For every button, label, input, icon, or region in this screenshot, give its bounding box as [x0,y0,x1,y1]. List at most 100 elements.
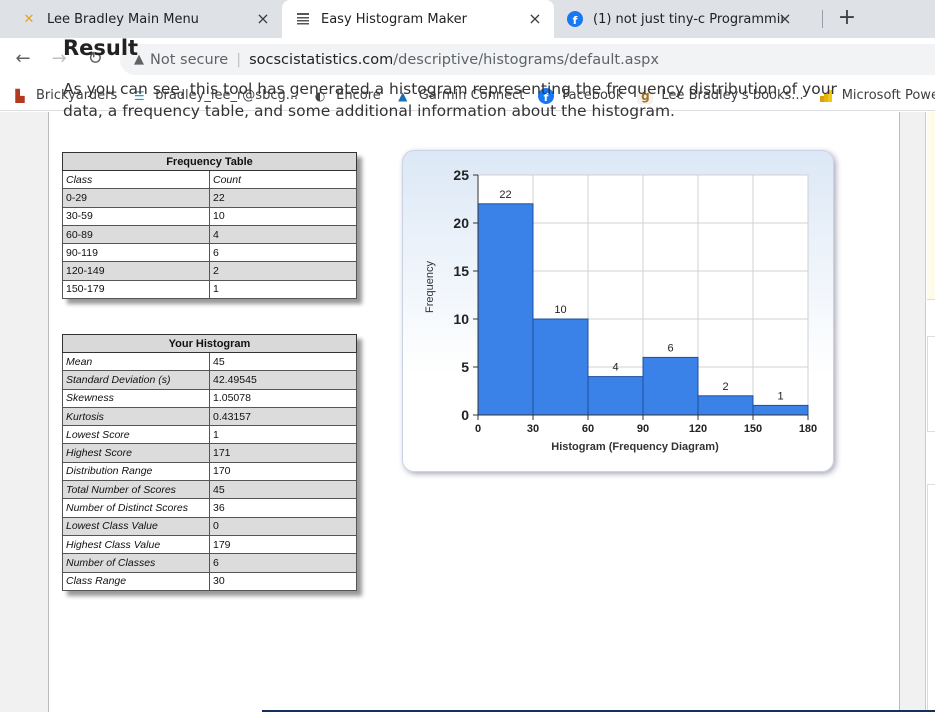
stat-label: Number of Distinct Scores [62,498,210,518]
close-icon[interactable]: × [776,10,794,28]
x-tick-label: 90 [637,423,649,435]
result-heading: Result [63,36,139,60]
stat-value: 179 [209,534,357,555]
x-tick-label: 30 [527,423,539,435]
x-tick-label: 120 [689,423,707,435]
stat-label: Highest Score [62,443,210,463]
star-icon: ✕ [23,11,35,27]
class-cell: 150-179 [62,279,210,300]
stat-value: 36 [209,498,357,518]
address-divider: | [236,51,242,68]
document-icon [294,10,312,28]
stat-label: Skewness [62,388,210,408]
stat-value: 45 [209,351,357,372]
x-tick-label: 0 [475,423,481,435]
stat-label: Lowest Score [62,425,210,445]
tab-lee-bradley-main-menu[interactable]: ✕ Lee Bradley Main Menu × [0,0,282,38]
bar-data-label: 2 [722,381,728,393]
y-tick-label: 20 [453,215,469,231]
stat-value: 1 [209,425,357,445]
bar-data-label: 10 [554,304,566,316]
stat-value: 1.05078 [209,388,357,408]
x-tick-label: 150 [744,423,762,435]
sidebar-panel [927,484,935,712]
table-title: Your Histogram [62,334,357,353]
new-tab-button[interactable]: + [834,6,860,32]
x-tick-label: 180 [799,423,817,435]
stat-label: Standard Deviation (s) [62,370,210,390]
result-description: As you can see, this tool has generated … [63,80,837,120]
stat-label: Kurtosis [62,406,210,427]
count-cell: 10 [209,206,357,226]
back-icon[interactable]: ← [12,48,34,70]
class-cell: 90-119 [62,243,210,263]
tab-separator [822,10,823,28]
count-cell: 1 [209,279,357,300]
stat-value: 30 [209,571,357,591]
stat-value: 45 [209,480,357,500]
browser-toolbar: ← → ↻ ▲ Not secure | socscistatistics.co… [0,38,935,81]
count-cell: 2 [209,261,357,281]
bar-data-label: 1 [777,390,783,402]
stat-label: Distribution Range [62,461,210,482]
tab-strip: ✕ Lee Bradley Main Menu × Easy Histogram… [0,0,935,38]
y-tick-label: 10 [453,311,469,327]
stat-label: Class Range [62,571,210,591]
url-host: socscistatistics.com [249,51,394,68]
bar-data-label: 22 [499,189,511,201]
stat-label: Mean [62,351,210,372]
column-header: Count [209,169,357,190]
table-title: Frequency Table [62,152,357,171]
class-cell: 120-149 [62,261,210,281]
class-cell: 30-59 [62,206,210,226]
url-path: /descriptive/histograms/default.aspx [393,51,659,68]
stat-label: Number of Classes [62,553,210,573]
svg-text:f: f [573,14,578,27]
histogram-bar [532,318,589,416]
tab-facebook[interactable]: f (1) not just tiny-c Programming ( × [554,0,804,38]
class-cell: 0-29 [62,188,210,208]
stat-value: 0 [209,516,357,536]
x-axis-label: Histogram (Frequency Diagram) [551,441,719,453]
tab-title: Lee Bradley Main Menu [47,11,199,27]
stat-value: 171 [209,443,357,463]
close-icon[interactable]: × [526,10,544,28]
histogram-bar [587,376,644,416]
histogram-bar [642,356,699,416]
count-cell: 4 [209,224,357,245]
brick-icon: ▙ [15,88,25,103]
address-bar[interactable]: ▲ Not secure | socscistatistics.com/desc… [120,44,935,75]
frequency-table: Frequency Table Class Count 0-29 22 30-59 1… [62,152,357,300]
tab-easy-histogram-maker[interactable]: Easy Histogram Maker × [282,0,554,38]
y-tick-label: 25 [453,167,469,183]
facebook-icon: f [566,10,584,28]
y-tick-label: 0 [461,407,469,423]
count-cell: 6 [209,243,357,263]
x-tick-label: 60 [582,423,594,435]
histogram-bar [477,203,534,416]
stat-label: Total Number of Scores [62,480,210,500]
histogram-stats-table: Your Histogram Mean 45 Standard Deviation… [62,334,357,591]
close-icon[interactable]: × [254,10,272,28]
stat-value: 170 [209,461,357,482]
not-secure-label: Not secure [150,51,229,68]
y-tick-label: 5 [461,359,469,375]
bar-data-label: 6 [667,342,673,354]
y-tick-label: 15 [453,263,469,279]
stat-label: Lowest Class Value [62,516,210,536]
stat-value: 6 [209,553,357,573]
histogram-bar [752,404,809,416]
stat-value: 0.43157 [209,406,357,427]
y-axis-label: Frequency [424,261,436,313]
bar-data-label: 4 [612,362,618,374]
sidebar-panel [927,112,935,300]
sidebar-panel [927,336,935,432]
column-header: Class [62,169,210,190]
count-cell: 22 [209,188,357,208]
histogram-bar [697,395,754,416]
histogram-chart: 2210462105101520250 30 60 90 120 150 180Histog… [424,167,817,453]
class-cell: 60-89 [62,224,210,245]
tab-title: (1) not just tiny-c Programming ( [593,11,783,27]
tab-title: Easy Histogram Maker [321,11,467,27]
stat-value: 42.49545 [209,370,357,390]
